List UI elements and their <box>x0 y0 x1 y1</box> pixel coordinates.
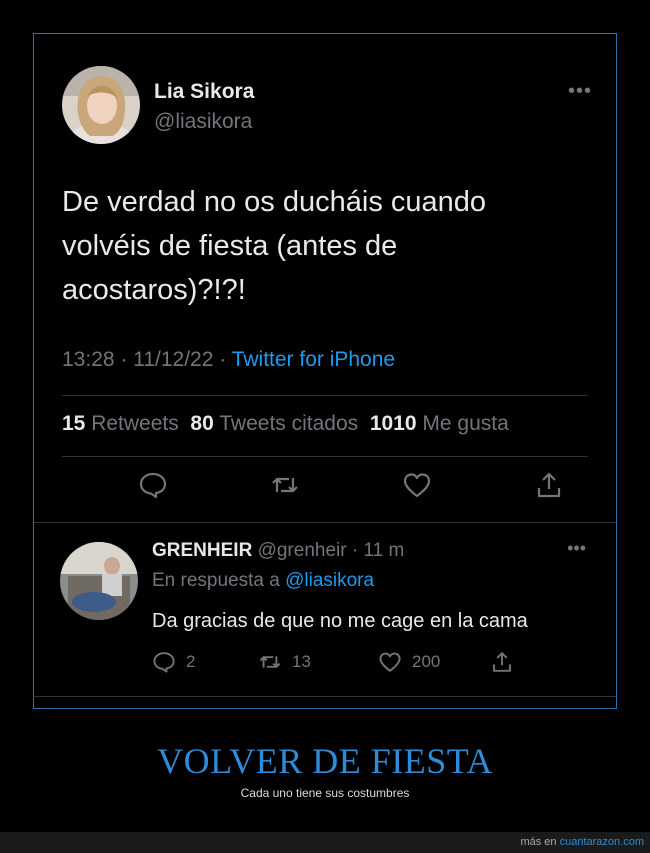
tweet-card: Lia Sikora @liasikora ••• De verdad no o… <box>33 33 617 709</box>
divider <box>34 522 616 523</box>
retweet-icon[interactable] <box>270 470 300 500</box>
like-icon[interactable] <box>402 470 432 500</box>
reply-reply-count: 2 <box>186 652 196 671</box>
tweet-text: De verdad no os ducháis cuando volvéis d… <box>62 186 487 306</box>
likes-count[interactable]: 1010 <box>370 412 417 435</box>
retweet-icon <box>259 656 281 668</box>
avatar[interactable] <box>62 66 140 144</box>
tweet-timestamp: 13:28 · 11/12/22 · <box>62 348 232 371</box>
footer-site-link[interactable]: cuantarazon.com <box>560 836 644 848</box>
author-name[interactable]: Lia Sikora <box>154 80 254 104</box>
tweet-source-link[interactable]: Twitter for iPhone <box>232 348 395 371</box>
retweets-label[interactable]: Retweets <box>91 412 179 435</box>
tweet-header: Lia Sikora @liasikora ••• <box>62 66 592 146</box>
reply-retweet-count: 13 <box>292 652 311 671</box>
reply-more-options-icon[interactable]: ••• <box>567 538 586 559</box>
reply-reply-button[interactable]: 2 <box>152 649 195 675</box>
like-icon <box>379 652 401 672</box>
share-icon <box>493 652 511 672</box>
reply-handle-time[interactable]: @grenheir · 11 m <box>252 540 405 561</box>
reply-icon[interactable] <box>138 470 168 500</box>
reply-text: Da gracias de que no me cage en la cama <box>152 610 528 632</box>
footer-bar: más en cuantarazon.com <box>0 832 650 853</box>
likes-label[interactable]: Me gusta <box>422 412 508 435</box>
quotes-label[interactable]: Tweets citados <box>219 412 358 435</box>
page-subtitle: Cada uno tiene sus costumbres <box>240 786 410 800</box>
reply-author: GRENHEIR @grenheir · 11 m <box>152 540 404 562</box>
page-title: VOLVER DE FIESTA <box>157 741 493 781</box>
share-icon[interactable] <box>534 470 564 500</box>
footer-prefix: más en <box>520 836 560 848</box>
footer-text: más en cuantarazon.com <box>520 836 644 848</box>
reply-like-button[interactable]: 200 <box>378 649 440 675</box>
quotes-count[interactable]: 80 <box>190 412 213 435</box>
reply-retweet-button[interactable]: 13 <box>258 649 311 675</box>
more-options-icon[interactable]: ••• <box>568 80 592 103</box>
in-reply-handle[interactable]: @liasikora <box>285 570 374 591</box>
divider <box>34 696 616 697</box>
reply-share-button[interactable] <box>490 649 514 675</box>
in-reply-prefix: En respuesta a <box>152 570 286 591</box>
tweet-meta: 13:28 · 11/12/22 · Twitter for iPhone <box>62 348 395 372</box>
retweets-count[interactable]: 15 <box>62 412 85 435</box>
reply-icon <box>153 652 175 673</box>
reply-like-count: 200 <box>412 652 441 671</box>
tweet-stats: 15 Retweets 80 Tweets citados 1010 Me gu… <box>62 412 509 436</box>
divider <box>62 456 588 457</box>
divider <box>62 395 588 396</box>
in-reply-to: En respuesta a @liasikora <box>152 570 374 592</box>
tweet-actions <box>62 470 588 510</box>
author-handle[interactable]: @liasikora <box>154 110 252 134</box>
reply-avatar[interactable] <box>60 542 138 620</box>
reply-author-name[interactable]: GRENHEIR <box>152 540 252 561</box>
reply-actions: 2 13 200 <box>152 649 552 675</box>
